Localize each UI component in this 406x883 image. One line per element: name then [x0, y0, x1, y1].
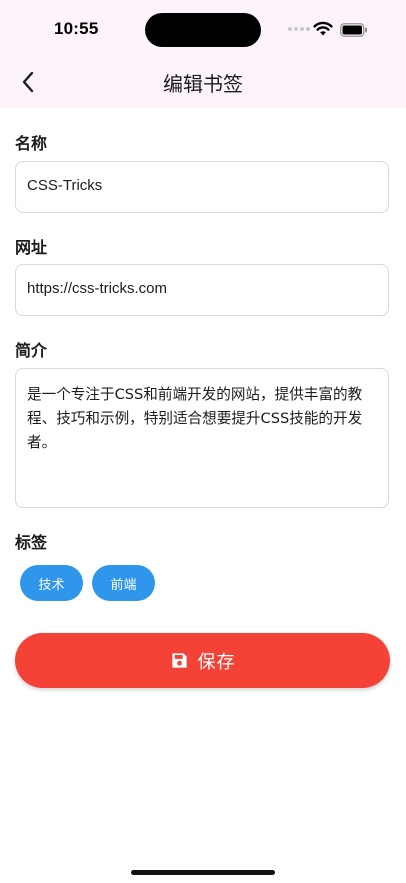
wifi-icon: [313, 21, 333, 36]
name-field-value: CSS-Tricks: [27, 177, 103, 194]
dynamic-island: [145, 13, 261, 47]
tags-label: 标签: [15, 533, 48, 552]
battery-icon: [340, 23, 367, 37]
status-bar: 10:55: [0, 0, 406, 56]
description-field[interactable]: 是一个专注于CSS和前端开发的网站，提供丰富的教程、技巧和示例，特别适合想要提升…: [15, 368, 389, 508]
url-field[interactable]: https://css-tricks.com: [15, 264, 389, 316]
home-indicator: [131, 870, 275, 875]
page-title: 编辑书签: [163, 72, 243, 96]
save-icon: [171, 653, 187, 668]
app-bar: 编辑书签: [0, 56, 406, 108]
url-field-value: https://css-tricks.com: [27, 280, 168, 297]
tag-chip-frontend[interactable]: 前端: [92, 565, 155, 601]
save-button-label: 保存: [197, 651, 236, 673]
save-button[interactable]: 保存: [15, 633, 390, 688]
description-label: 简介: [15, 341, 48, 360]
url-label: 网址: [15, 238, 48, 257]
name-field[interactable]: CSS-Tricks: [15, 161, 389, 213]
tag-chip-tech[interactable]: 技术: [20, 565, 83, 601]
name-label: 名称: [15, 134, 48, 153]
header-area: 10:55 编辑书签: [0, 0, 406, 108]
status-time: 10:55: [54, 19, 99, 38]
description-field-value: 是一个专注于CSS和前端开发的网站，提供丰富的教程、技巧和示例，特别适合想要提升…: [27, 386, 363, 451]
cellular-signal-icon: [288, 27, 312, 35]
